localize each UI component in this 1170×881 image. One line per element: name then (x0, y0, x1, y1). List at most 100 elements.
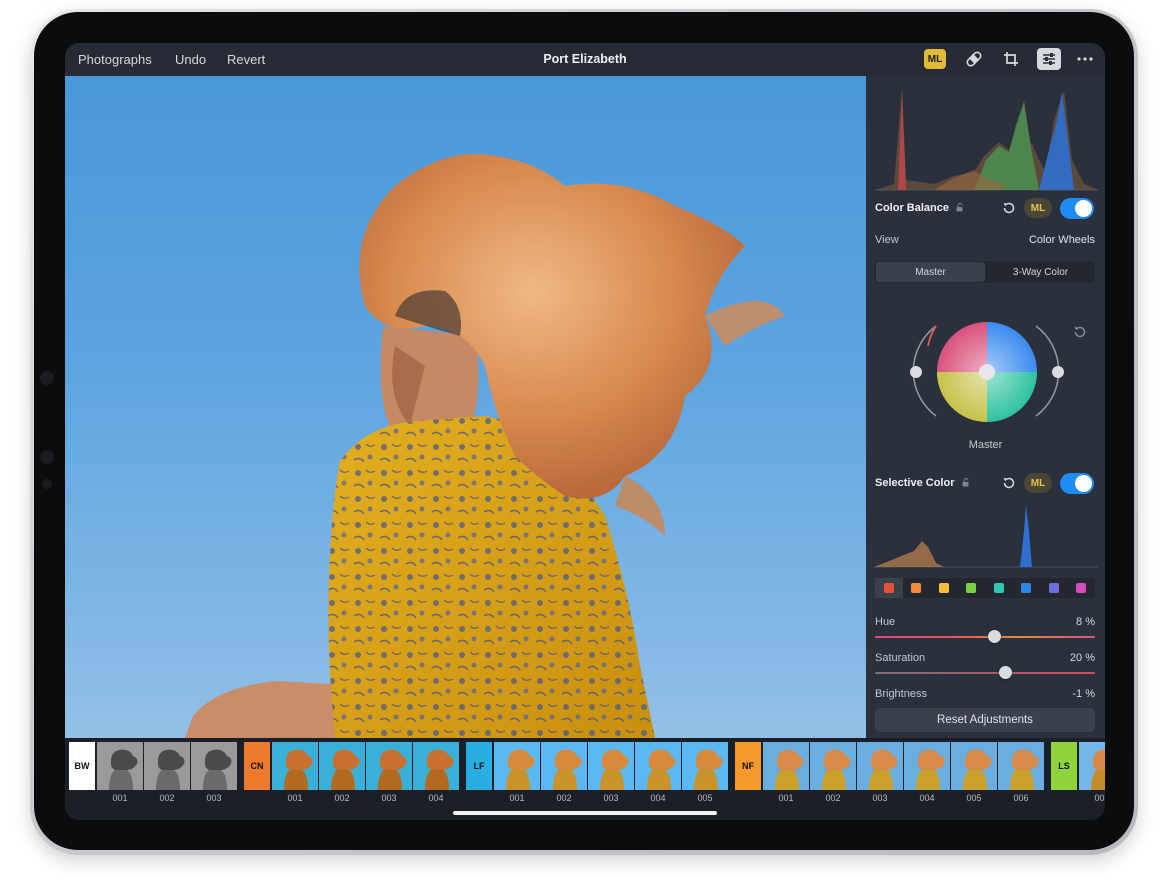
color-swatch[interactable] (1013, 578, 1041, 598)
view-label: View (875, 234, 899, 246)
preset-thumbnail[interactable] (763, 742, 809, 790)
wheel-left-knob (910, 366, 922, 378)
preset-thumbnail[interactable] (541, 742, 587, 790)
slider-value: 20 % (1069, 652, 1095, 664)
reset-icon[interactable] (1001, 200, 1017, 216)
preset-thumbnail[interactable] (904, 742, 950, 790)
adjustments-icon[interactable] (1037, 48, 1061, 70)
preset-thumbnail[interactable] (97, 742, 143, 790)
slider-knob[interactable] (987, 630, 1001, 643)
color-balance-toggle[interactable] (1060, 198, 1094, 219)
slider-track[interactable] (875, 636, 1095, 638)
color-swatch[interactable] (903, 578, 931, 598)
top-bar: Photographs Undo Revert Port Elizabeth M… (65, 43, 1105, 76)
slider-knob[interactable] (998, 666, 1012, 679)
preset-number: 001 (509, 793, 525, 803)
preset-thumbnail[interactable] (191, 742, 237, 790)
home-indicator[interactable] (453, 811, 717, 815)
preset-filmstrip: BW 001 002 003 CN 001 002 003 004 LF 001 002 003 004 0… (65, 738, 1105, 820)
segment-master[interactable]: Master (876, 262, 985, 282)
reset-adjustments-button[interactable]: Reset Adjustments (875, 708, 1095, 732)
color-swatch[interactable] (930, 578, 958, 598)
color-wheel-control[interactable] (906, 316, 1066, 426)
wheel-right-knob (1052, 366, 1064, 378)
preset-number: 001 (1094, 793, 1105, 803)
preset-number: 005 (697, 793, 713, 803)
selective-color-title: Selective Color (875, 477, 955, 489)
color-balance-title: Color Balance (875, 202, 949, 214)
ml-pill-button[interactable]: ML (1024, 198, 1052, 218)
camera-lens (40, 371, 54, 385)
preset-group-tag[interactable]: LS (1051, 742, 1077, 790)
view-segmented-control: Master 3-Way Color (875, 261, 1095, 283)
preset-thumbnail[interactable] (272, 742, 318, 790)
adjustments-panel: Color Balance ML View Color Wheels Maste… (866, 76, 1105, 738)
color-swatch[interactable] (1040, 578, 1068, 598)
preset-number: 002 (159, 793, 175, 803)
document-title: Port Elizabeth (543, 52, 627, 66)
preset-thumbnail[interactable] (857, 742, 903, 790)
bandage-icon[interactable] (962, 48, 986, 70)
color-wheel (910, 322, 1064, 422)
unlock-icon[interactable] (956, 203, 965, 212)
preset-thumbnail[interactable] (1079, 742, 1105, 790)
slider-label: Hue (875, 616, 896, 628)
preset-number: 002 (556, 793, 572, 803)
preset-number: 004 (650, 793, 666, 803)
preset-number: 004 (428, 793, 444, 803)
preset-thumbnail[interactable] (494, 742, 540, 790)
ml-pill-button[interactable]: ML (1024, 473, 1052, 493)
preset-number: 004 (919, 793, 935, 803)
preset-group-tag[interactable]: CN (244, 742, 270, 790)
preset-thumbnail[interactable] (998, 742, 1044, 790)
slider-label: Saturation (875, 652, 926, 664)
preset-number: 002 (334, 793, 350, 803)
unlock-icon[interactable] (962, 478, 971, 487)
color-swatch[interactable] (958, 578, 986, 598)
camera-sensor (40, 450, 54, 464)
slider-label: Brightness (875, 688, 927, 700)
portrait-photo (185, 154, 785, 738)
preset-thumbnail[interactable] (144, 742, 190, 790)
preset-thumbnail[interactable] (810, 742, 856, 790)
color-swatch[interactable] (875, 578, 903, 598)
reset-icon[interactable] (1001, 475, 1017, 491)
color-balance-header: Color Balance ML (875, 197, 1097, 221)
crop-icon[interactable] (999, 48, 1023, 70)
preset-number: 003 (206, 793, 222, 803)
ml-badge: ML (924, 49, 946, 69)
app-screen: Photographs Undo Revert Port Elizabeth M… (65, 43, 1105, 820)
slider-track[interactable] (875, 672, 1095, 674)
slider-value: 8 % (1076, 616, 1095, 628)
preset-number: 001 (112, 793, 128, 803)
photo-canvas[interactable] (65, 76, 866, 738)
preset-group-tag[interactable]: NF (735, 742, 761, 790)
preset-thumbnail[interactable] (366, 742, 412, 790)
slider-value: -1 % (1072, 688, 1095, 700)
preset-number: 002 (825, 793, 841, 803)
wheel-handle (979, 364, 995, 380)
segment-3-way-color[interactable]: 3-Way Color (986, 261, 1095, 283)
histogram (874, 88, 1098, 191)
preset-thumbnail[interactable] (413, 742, 459, 790)
ml-button[interactable]: ML (923, 48, 947, 70)
selective-color-toggle[interactable] (1060, 473, 1094, 494)
preset-thumbnail[interactable] (319, 742, 365, 790)
preset-thumbnail[interactable] (951, 742, 997, 790)
camera-sensor (42, 479, 52, 489)
preset-number: 006 (1013, 793, 1029, 803)
more-icon[interactable] (1073, 48, 1097, 70)
selective-histogram (874, 505, 1098, 568)
preset-number: 001 (287, 793, 303, 803)
color-swatch[interactable] (1068, 578, 1096, 598)
preset-group-tag[interactable]: BW (69, 742, 95, 790)
color-swatch[interactable] (985, 578, 1013, 598)
preset-thumbnail[interactable] (588, 742, 634, 790)
wheel-label: Master (968, 439, 1003, 451)
preset-thumbnail[interactable] (682, 742, 728, 790)
wheel-reset-icon[interactable] (1072, 324, 1088, 340)
preset-group-tag[interactable]: LF (466, 742, 492, 790)
preset-thumbnail[interactable] (635, 742, 681, 790)
view-value[interactable]: Color Wheels (1029, 234, 1095, 246)
color-swatch-bar (875, 578, 1095, 598)
